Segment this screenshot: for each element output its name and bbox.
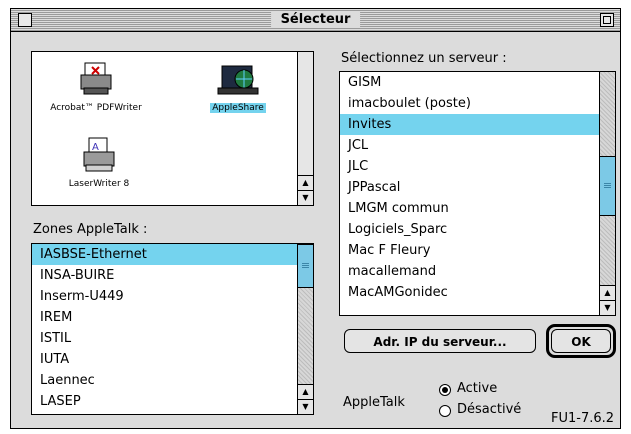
title-bar[interactable]: Sélecteur [11, 9, 620, 32]
servers-label: Sélectionnez un serveur : [341, 51, 507, 66]
zones-label: Zones AppleTalk : [33, 222, 148, 237]
server-items: GISM imacboulet (poste) Invites JCL JLC JPPas… [340, 72, 599, 315]
device-label: LaserWriter 8 [68, 179, 130, 189]
list-item[interactable]: MacAMGonidec [340, 282, 599, 303]
list-item[interactable]: Logiciels_Sparc [340, 219, 599, 240]
device-acrobat[interactable]: Acrobat™ PDFWriter [38, 60, 154, 113]
list-item[interactable]: IASBSE-Ethernet [32, 244, 297, 265]
servers-scrollbar[interactable]: ▲ ▼ [599, 72, 615, 315]
appletalk-label: AppleTalk [343, 395, 405, 410]
list-item[interactable]: Laennec [32, 370, 297, 391]
scroll-up-icon[interactable]: ▲ [298, 384, 313, 399]
servers-list: GISM imacboulet (poste) Invites JCL JLC JPPas… [339, 71, 616, 316]
server-ip-button[interactable]: Adr. IP du serveur... [344, 329, 536, 353]
device-scrollbar[interactable]: ▲ ▼ [297, 52, 313, 205]
svg-text:A: A [92, 142, 99, 153]
list-item[interactable]: JCL [340, 135, 599, 156]
appletalk-active-label: Active [457, 381, 498, 396]
scroll-up-icon[interactable]: ▲ [298, 175, 313, 190]
list-item[interactable]: LMGM commun [340, 198, 599, 219]
appletalk-inactive-label: Désactivé [457, 402, 522, 417]
zoom-box[interactable] [600, 13, 614, 27]
scroll-up-icon[interactable]: ▲ [600, 285, 615, 300]
scroll-down-icon[interactable]: ▼ [600, 300, 615, 315]
device-icons-pane: Acrobat™ PDFWriter AppleShare A LaserWri… [31, 51, 314, 206]
scroll-down-icon[interactable]: ▼ [298, 399, 313, 414]
list-item[interactable]: INSA-BUIRE [32, 265, 297, 286]
zones-list: IASBSE-Ethernet INSA-BUIRE Inserm-U449 IREM… [31, 243, 314, 415]
list-item[interactable]: macallemand [340, 261, 599, 282]
chooser-window: Sélecteur Acrobat™ PDFWriter AppleShare [10, 8, 621, 429]
list-item[interactable]: ISTIL [32, 328, 297, 349]
list-item[interactable]: JLC [340, 156, 599, 177]
device-laserwriter[interactable]: A LaserWriter 8 [54, 136, 144, 189]
laser-printer-icon: A [83, 137, 115, 172]
appleshare-icon [217, 65, 259, 95]
appletalk-active-radio[interactable] [439, 384, 451, 396]
zones-scrollbar[interactable]: ▲ ▼ [297, 244, 313, 414]
list-item[interactable]: GISM [340, 72, 599, 93]
appletalk-inactive-radio[interactable] [439, 405, 451, 417]
zones-scroll-thumb[interactable] [298, 244, 313, 288]
list-item[interactable]: Invites [340, 114, 599, 135]
device-label: AppleShare [210, 103, 266, 113]
zones-items: IASBSE-Ethernet INSA-BUIRE Inserm-U449 IREM… [32, 244, 297, 414]
device-label: Acrobat™ PDFWriter [50, 103, 142, 113]
servers-scroll-thumb[interactable] [600, 156, 615, 217]
list-item[interactable]: Inserm-U449 [32, 286, 297, 307]
close-box[interactable] [18, 13, 32, 27]
ok-button[interactable]: OK [551, 329, 611, 353]
device-appleshare[interactable]: AppleShare [182, 60, 294, 113]
list-item[interactable]: IUTA [32, 349, 297, 370]
printer-icon [80, 62, 112, 95]
list-item[interactable]: JPPascal [340, 177, 599, 198]
list-item[interactable]: IREM [32, 307, 297, 328]
list-item[interactable]: imacboulet (poste) [340, 93, 599, 114]
version-label: FU1-7.6.2 [551, 411, 615, 426]
list-item[interactable]: Mac F Fleury [340, 240, 599, 261]
scroll-down-icon[interactable]: ▼ [298, 190, 313, 205]
window-title: Sélecteur [270, 11, 361, 28]
list-item[interactable]: LASEP [32, 391, 297, 412]
